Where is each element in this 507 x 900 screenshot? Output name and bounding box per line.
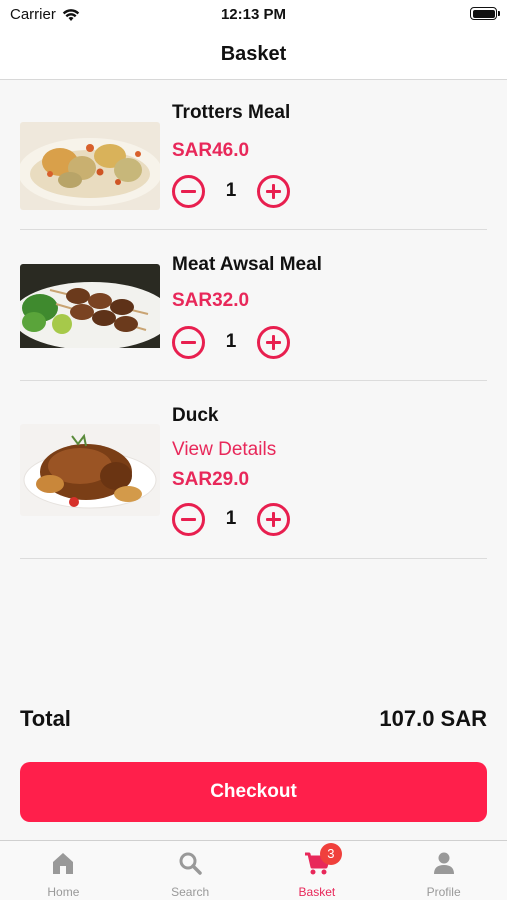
decrease-quantity-button[interactable] <box>172 174 205 208</box>
tab-home[interactable]: Home <box>0 841 127 900</box>
increase-quantity-button[interactable] <box>257 502 290 536</box>
decrease-quantity-button[interactable] <box>172 325 205 359</box>
status-time: 12:13 PM <box>220 6 287 23</box>
tab-label: Profile <box>426 885 461 899</box>
meat-skewers-photo <box>20 264 160 352</box>
roast-duck-photo <box>20 424 160 516</box>
quantity-stepper: 1 <box>172 174 290 208</box>
tab-label: Search <box>171 885 210 899</box>
quantity-stepper: 1 <box>172 325 290 359</box>
total-label: Total <box>20 706 71 731</box>
basket-item: Meat Awsal Meal SAR32.0 1 <box>20 230 487 381</box>
tab-label: Basket <box>298 885 336 899</box>
tab-profile[interactable]: Profile <box>380 841 507 900</box>
tab-bar: Home Search 3 Basket Profile <box>0 840 507 900</box>
item-price: SAR32.0 <box>172 290 250 311</box>
item-quantity: 1 <box>225 508 237 529</box>
quantity-stepper: 1 <box>172 502 290 536</box>
tab-basket[interactable]: 3 Basket <box>254 841 381 900</box>
item-quantity: 1 <box>225 180 237 201</box>
item-price: SAR46.0 <box>172 140 250 161</box>
cart-count-badge: 3 <box>319 843 342 865</box>
increase-quantity-button[interactable] <box>257 174 290 208</box>
item-price: SAR29.0 <box>172 469 250 490</box>
cart-icon-wrap: 3 <box>303 843 342 877</box>
status-bar: Carrier 12:13 PM <box>0 0 507 30</box>
basket-item: Duck View Details SAR29.0 1 <box>20 381 487 559</box>
item-name: Meat Awsal Meal <box>172 254 322 275</box>
total-value: 107.0 SAR <box>379 706 487 731</box>
nav-bar: Basket <box>0 30 507 80</box>
view-details-link[interactable]: View Details <box>172 439 276 461</box>
basket-item: Trotters Meal SAR46.0 1 <box>20 80 487 230</box>
search-icon <box>179 852 202 875</box>
tab-search[interactable]: Search <box>127 841 254 900</box>
increase-quantity-button[interactable] <box>257 325 290 359</box>
home-icon <box>53 853 74 874</box>
page-title: Basket <box>220 43 287 65</box>
item-quantity: 1 <box>225 331 237 352</box>
profile-icon <box>433 852 454 874</box>
checkout-button[interactable]: Checkout <box>20 762 487 822</box>
tab-label: Home <box>47 885 80 899</box>
item-name: Duck <box>172 405 219 426</box>
item-name: Trotters Meal <box>172 102 291 123</box>
decrease-quantity-button[interactable] <box>172 502 205 536</box>
battery-icon <box>470 7 500 20</box>
total-row: Total 107.0 SAR <box>20 704 487 734</box>
trotters-meal-photo <box>20 122 160 210</box>
